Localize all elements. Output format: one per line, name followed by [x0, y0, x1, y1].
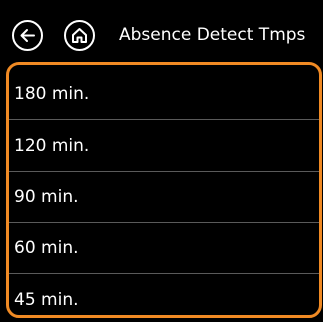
options-list: 180 min. 120 min. 90 min. 60 min. 45 min…	[6, 62, 322, 318]
option-label: 180 min.	[14, 84, 90, 104]
page-title: Absence Detect Tmps	[119, 25, 306, 45]
option-120-min[interactable]: 120 min.	[9, 121, 319, 172]
option-180-min[interactable]: 180 min.	[9, 69, 319, 120]
home-button[interactable]	[64, 20, 95, 51]
option-45-min[interactable]: 45 min.	[9, 274, 319, 315]
option-90-min[interactable]: 90 min.	[9, 172, 319, 223]
option-60-min[interactable]: 60 min.	[9, 223, 319, 274]
arrow-left-icon	[20, 29, 35, 42]
option-label: 60 min.	[14, 238, 79, 258]
option-label: 90 min.	[14, 187, 79, 207]
home-icon	[72, 28, 87, 43]
option-label: 45 min.	[14, 289, 79, 310]
option-label: 120 min.	[14, 136, 90, 156]
back-button[interactable]	[12, 20, 43, 51]
header-bar: Absence Detect Tmps	[0, 0, 323, 62]
